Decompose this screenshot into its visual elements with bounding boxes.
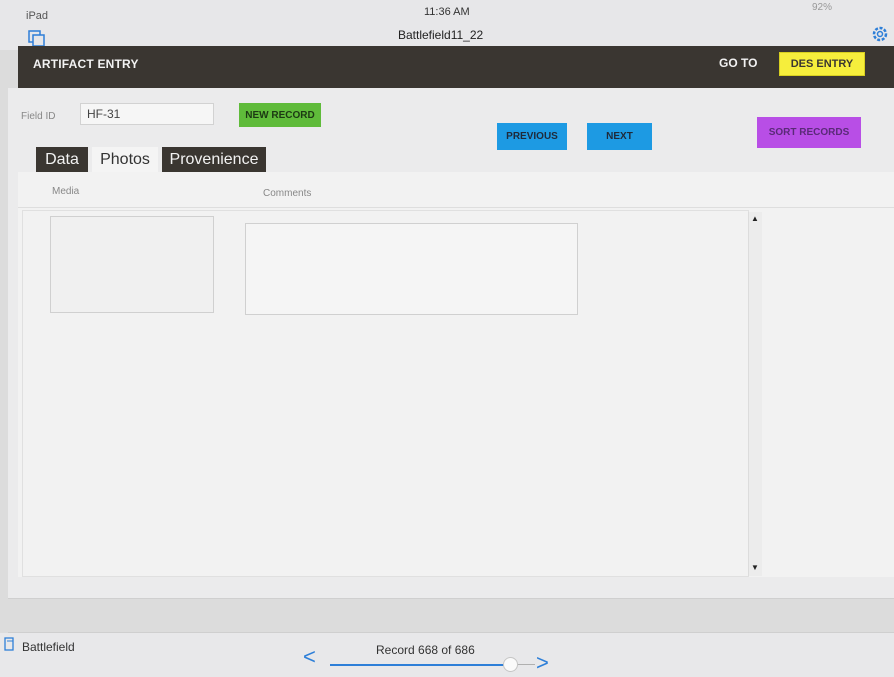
record-slider-fill[interactable] [330, 664, 510, 666]
battery-indicator: 92% [812, 2, 833, 13]
layout-icon[interactable] [4, 637, 14, 651]
scrollbar[interactable] [748, 212, 762, 576]
scroll-up-icon[interactable]: ▲ [748, 214, 762, 223]
des-entry-button[interactable]: DES ENTRY [779, 52, 865, 76]
new-record-button[interactable]: NEW RECORD [239, 103, 321, 127]
header-bar [18, 46, 894, 88]
sort-records-button[interactable]: SORT RECORDS [757, 117, 861, 148]
chevron-right-icon[interactable]: > [536, 652, 549, 674]
media-column-header: Media [52, 186, 80, 197]
status-time: 11:36 AM [424, 6, 470, 18]
scroll-down-icon[interactable]: ▼ [748, 563, 762, 572]
divider [8, 598, 894, 599]
layout-name[interactable]: Battlefield [22, 640, 75, 654]
comments-field[interactable] [245, 223, 578, 315]
field-id-input[interactable] [80, 103, 214, 125]
page-title: ARTIFACT ENTRY [33, 57, 139, 71]
gear-icon[interactable] [870, 24, 890, 44]
next-button[interactable]: NEXT [587, 123, 652, 150]
comments-column-header: Comments [263, 188, 312, 199]
goto-link[interactable]: GO TO [719, 56, 757, 70]
divider [18, 207, 894, 208]
tab-data[interactable]: Data [36, 147, 88, 172]
tab-provenience[interactable]: Provenience [162, 147, 266, 172]
status-device: iPad [26, 10, 49, 22]
previous-button[interactable]: PREVIOUS [497, 123, 567, 150]
chevron-left-icon[interactable]: < [303, 646, 316, 668]
media-container[interactable] [50, 216, 214, 313]
record-counter: Record 668 of 686 [376, 643, 475, 657]
record-slider-thumb[interactable] [503, 657, 518, 672]
document-title: Battlefield11_22 [398, 28, 484, 42]
tab-photos[interactable]: Photos [92, 147, 158, 172]
field-id-label: Field ID [21, 111, 56, 122]
